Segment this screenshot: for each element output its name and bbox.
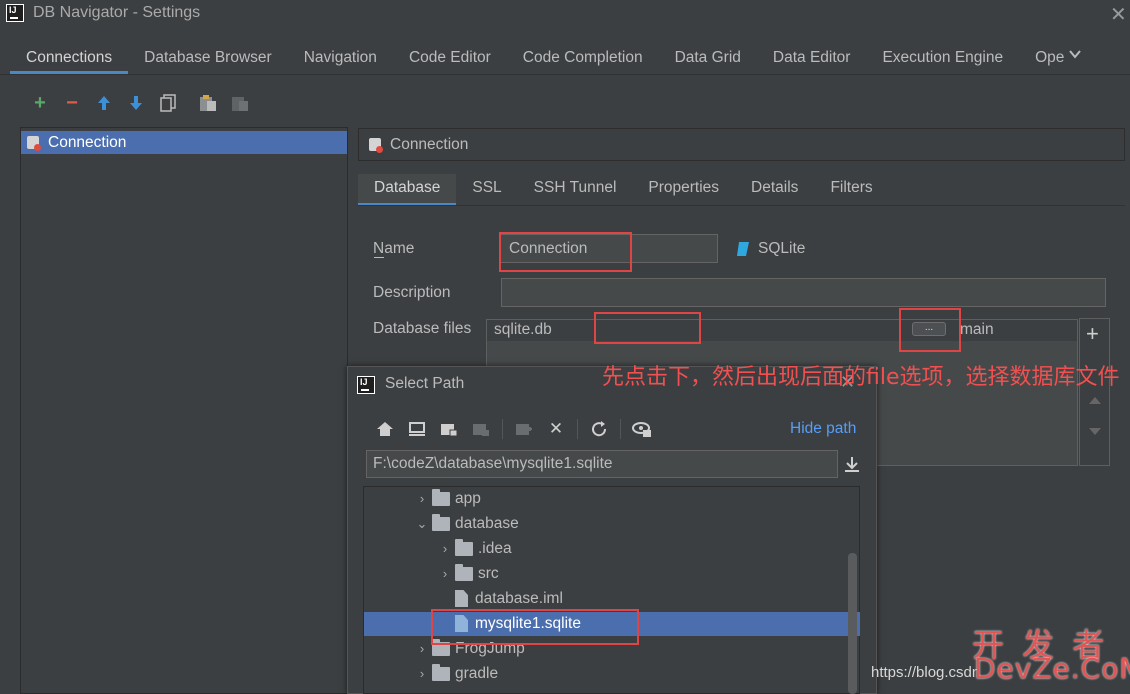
watermark-brand-en: DevZe.CoM: [974, 652, 1130, 685]
download-path-icon[interactable]: [844, 455, 860, 477]
annotation-highlight-name: [499, 232, 632, 272]
chevron-right-icon[interactable]: ›: [435, 536, 455, 561]
connections-toolbar: + −: [28, 92, 252, 114]
description-input[interactable]: [501, 278, 1106, 307]
intellij-logo-icon: [6, 4, 24, 22]
watermark-url: https://blog.csdn: [871, 664, 981, 681]
tree-item-label: app: [455, 490, 481, 507]
tab-database-browser[interactable]: Database Browser: [128, 44, 288, 74]
database-type-label: SQLite: [758, 240, 806, 257]
tab-details[interactable]: Details: [735, 174, 814, 206]
sqlite-icon: [737, 242, 749, 256]
window-title: DB Navigator - Settings: [33, 4, 201, 21]
connection-header-title: Connection: [390, 136, 469, 153]
database-schema-name: main: [960, 321, 994, 338]
tab-database[interactable]: Database: [358, 174, 457, 206]
home-icon[interactable]: [372, 418, 398, 440]
intellij-logo-icon: [357, 376, 375, 394]
connection-subtabs: Database SSL SSH Tunnel Properties Detai…: [358, 174, 889, 206]
tree-item[interactable]: › .idea: [435, 536, 512, 561]
database-files-label: Database files: [373, 320, 472, 337]
annotation-highlight-file: [594, 312, 701, 344]
project-folder-icon[interactable]: [436, 418, 462, 440]
tab-code-editor[interactable]: Code Editor: [393, 44, 507, 74]
toolbar-separator: [620, 419, 621, 439]
paste-icon[interactable]: [196, 92, 220, 114]
tab-data-editor[interactable]: Data Editor: [757, 44, 867, 74]
add-connection-icon[interactable]: +: [28, 92, 52, 114]
show-hidden-icon[interactable]: [629, 418, 655, 440]
sidebar-item-connection[interactable]: Connection: [21, 131, 347, 154]
folder-icon: [455, 538, 473, 556]
chevron-right-icon[interactable]: ›: [412, 486, 432, 511]
connections-list: [20, 127, 348, 694]
tabs-overflow-chevron-icon[interactable]: [1068, 47, 1082, 66]
path-input[interactable]: [366, 450, 838, 478]
tree-item[interactable]: database.iml: [435, 586, 563, 611]
move-down-icon[interactable]: [124, 92, 148, 114]
description-label: Description: [373, 284, 451, 301]
tree-item[interactable]: ⌄ database: [412, 511, 519, 536]
dialog-title: Select Path: [385, 375, 465, 392]
tree-item[interactable]: › app: [412, 486, 481, 511]
tree-item-label: database.iml: [475, 590, 563, 607]
new-folder-disabled-icon: [511, 418, 537, 440]
tab-navigation[interactable]: Navigation: [288, 44, 393, 74]
tree-item[interactable]: › gradle: [412, 661, 498, 686]
settings-tabs: Connections Database Browser Navigation …: [10, 44, 1080, 74]
refresh-icon[interactable]: [586, 418, 612, 440]
tab-code-completion[interactable]: Code Completion: [507, 44, 659, 74]
move-down-arrow-icon[interactable]: [1088, 427, 1102, 437]
tab-properties[interactable]: Properties: [632, 174, 735, 206]
tree-item-label: database: [455, 515, 519, 532]
chevron-right-icon[interactable]: ›: [412, 661, 432, 686]
tab-filters[interactable]: Filters: [814, 174, 888, 206]
database-connection-icon: [26, 135, 42, 151]
chevron-right-icon[interactable]: ›: [412, 636, 432, 661]
paste-disabled-icon: [228, 92, 252, 114]
tab-connections[interactable]: Connections: [10, 44, 129, 74]
sidebar-item-label: Connection: [48, 134, 127, 151]
copy-icon[interactable]: [156, 92, 180, 114]
subtabs-divider: [358, 205, 1125, 206]
name-label: Name: [373, 240, 415, 257]
remove-connection-icon[interactable]: −: [60, 92, 84, 114]
add-file-icon[interactable]: +: [1086, 321, 1099, 347]
database-file-path: sqlite.db: [494, 321, 552, 338]
move-up-icon[interactable]: [92, 92, 116, 114]
file-icon: [455, 590, 468, 607]
tree-item-label: src: [478, 565, 499, 582]
folder-icon: [432, 663, 450, 681]
folder-icon: [455, 563, 473, 581]
tab-execution-engine[interactable]: Execution Engine: [866, 44, 1019, 74]
delete-icon[interactable]: ✕: [543, 418, 569, 440]
tree-item-label: gradle: [455, 665, 499, 682]
annotation-highlight-selected-file: [431, 609, 639, 645]
move-up-arrow-icon[interactable]: [1088, 395, 1102, 405]
mnemonic-underline: [374, 257, 384, 258]
dialog-toolbar: ✕: [372, 418, 655, 440]
annotation-highlight-browse: [899, 308, 961, 352]
annotation-text: 先点击下，然后出现后面的file选项，选择数据库文件: [602, 365, 1120, 390]
chevron-down-icon[interactable]: ⌄: [412, 511, 432, 536]
module-folder-disabled-icon: [468, 418, 494, 440]
tab-ssh-tunnel[interactable]: SSH Tunnel: [518, 174, 633, 206]
desktop-icon[interactable]: [404, 418, 430, 440]
close-window-icon[interactable]: ✕: [1110, 2, 1127, 27]
connection-header: Connection: [358, 128, 1125, 161]
tab-ssl[interactable]: SSL: [456, 174, 517, 206]
tabs-divider: [0, 74, 1130, 75]
files-table-actions: +: [1079, 318, 1110, 466]
folder-icon: [432, 513, 450, 531]
tree-item-label: .idea: [478, 540, 512, 557]
tree-item[interactable]: › src: [435, 561, 499, 586]
toolbar-separator: [502, 419, 503, 439]
tree-scrollbar[interactable]: [848, 553, 857, 694]
folder-icon: [432, 488, 450, 506]
tab-data-grid[interactable]: Data Grid: [659, 44, 757, 74]
hide-path-link[interactable]: Hide path: [790, 420, 856, 438]
toolbar-separator: [577, 419, 578, 439]
database-connection-icon: [368, 137, 384, 153]
chevron-right-icon[interactable]: ›: [435, 561, 455, 586]
